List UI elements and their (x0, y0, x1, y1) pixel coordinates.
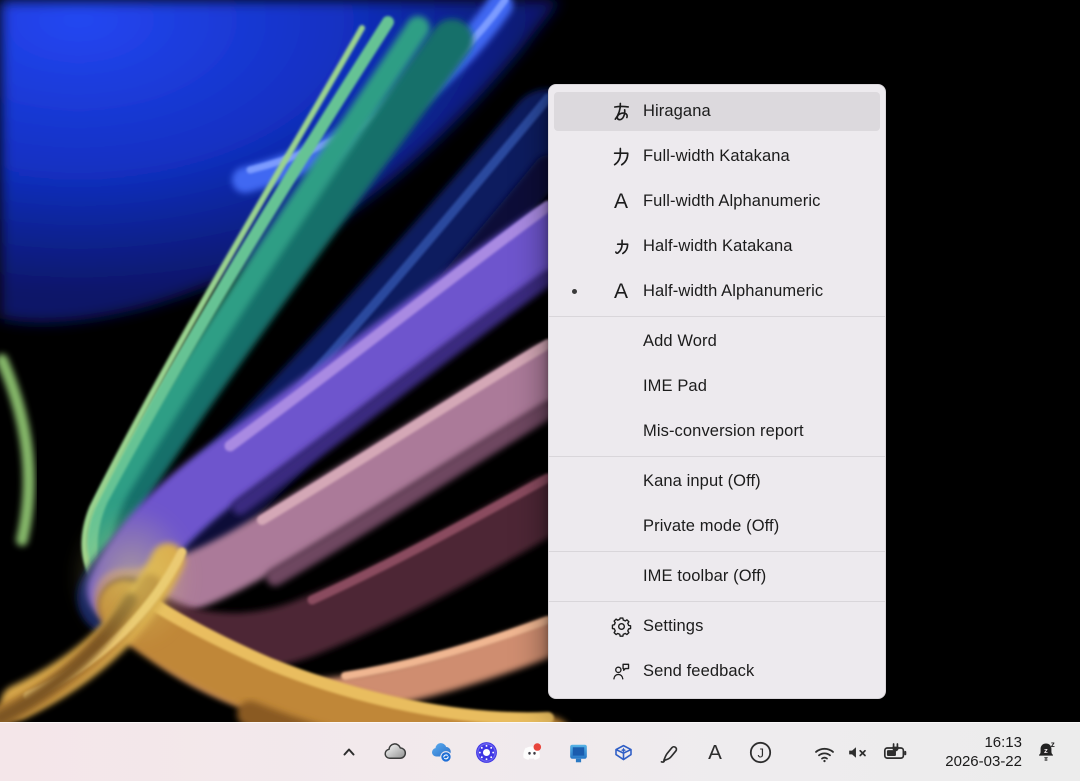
hiragana-a-icon (599, 100, 643, 123)
menu-item-label: Hiragana (643, 102, 711, 121)
menu-item-label: IME Pad (643, 377, 707, 396)
menu-item-hiragana[interactable]: Hiragana (549, 89, 885, 134)
wifi-icon[interactable] (810, 738, 838, 766)
menu-item-settings[interactable]: Settings (549, 604, 885, 649)
menu-item-halfwidth-alphanumeric[interactable]: A Half-width Alphanumeric (549, 269, 885, 314)
menu-separator (549, 601, 885, 602)
menu-item-send-feedback[interactable]: Send feedback (549, 649, 885, 694)
svg-text:z: z (1044, 746, 1048, 755)
menu-item-label: Half-width Alphanumeric (643, 282, 823, 301)
katakana-ka-icon (599, 145, 643, 168)
selected-mode-bullet (549, 289, 599, 294)
ime-mode-icon[interactable]: A (701, 738, 729, 766)
sync-cloud-icon[interactable] (427, 738, 455, 766)
app-ring-icon[interactable] (472, 738, 500, 766)
fullwidth-a-icon: A (599, 191, 643, 212)
taskbar-clock[interactable]: 16:13 2026-03-22 (945, 733, 1022, 771)
menu-item-ime-toolbar[interactable]: IME toolbar (Off) (549, 554, 885, 599)
remote-display-icon[interactable] (564, 738, 592, 766)
menu-item-label: IME toolbar (Off) (643, 567, 766, 586)
halfwidth-a-icon: A (599, 281, 643, 302)
gear-icon (599, 616, 643, 637)
menu-item-label: Add Word (643, 332, 717, 351)
onedrive-cloud-icon[interactable] (380, 738, 408, 766)
menu-item-kana-input[interactable]: Kana input (Off) (549, 459, 885, 504)
menu-item-fullwidth-alphanumeric[interactable]: A Full-width Alphanumeric (549, 179, 885, 224)
menu-item-add-word[interactable]: Add Word (549, 319, 885, 364)
menu-separator (549, 316, 885, 317)
volume-muted-icon[interactable] (843, 738, 871, 766)
wallpaper-bloom (0, 0, 1080, 781)
pen-icon[interactable] (655, 738, 683, 766)
battery-charging-icon[interactable] (881, 738, 909, 766)
dev-box-icon[interactable] (609, 738, 637, 766)
menu-item-halfwidth-katakana[interactable]: Half-width Katakana (549, 224, 885, 269)
menu-item-label: Full-width Alphanumeric (643, 192, 820, 211)
svg-text:J: J (757, 745, 764, 760)
clock-date: 2026-03-22 (945, 752, 1022, 771)
menu-item-label: Settings (643, 617, 703, 636)
menu-item-misconversion-report[interactable]: Mis-conversion report (549, 409, 885, 454)
clock-time: 16:13 (945, 733, 1022, 752)
ime-context-menu: Hiragana Full-width Katakana A Full-widt… (548, 84, 886, 699)
feedback-icon (599, 661, 643, 682)
menu-separator (549, 551, 885, 552)
menu-item-ime-pad[interactable]: IME Pad (549, 364, 885, 409)
chevron-up-icon[interactable] (335, 738, 363, 766)
language-j-icon[interactable]: J (746, 738, 774, 766)
menu-item-fullwidth-katakana[interactable]: Full-width Katakana (549, 134, 885, 179)
svg-text:A: A (708, 741, 722, 764)
bloom-art (0, 0, 1080, 781)
menu-item-label: Private mode (Off) (643, 517, 779, 536)
notification-bell-dnd-icon[interactable]: z z (1032, 738, 1060, 766)
menu-item-label: Kana input (Off) (643, 472, 761, 491)
desktop: Hiragana Full-width Katakana A Full-widt… (0, 0, 1080, 781)
menu-item-label: Half-width Katakana (643, 237, 793, 256)
svg-text:z: z (1051, 740, 1055, 749)
menu-item-label: Mis-conversion report (643, 422, 804, 441)
taskbar: A J (0, 722, 1080, 781)
menu-item-private-mode[interactable]: Private mode (Off) (549, 504, 885, 549)
menu-item-label: Send feedback (643, 662, 754, 681)
discord-icon[interactable] (518, 738, 546, 766)
halfwidth-ka-icon (599, 235, 643, 258)
menu-separator (549, 456, 885, 457)
menu-item-label: Full-width Katakana (643, 147, 790, 166)
